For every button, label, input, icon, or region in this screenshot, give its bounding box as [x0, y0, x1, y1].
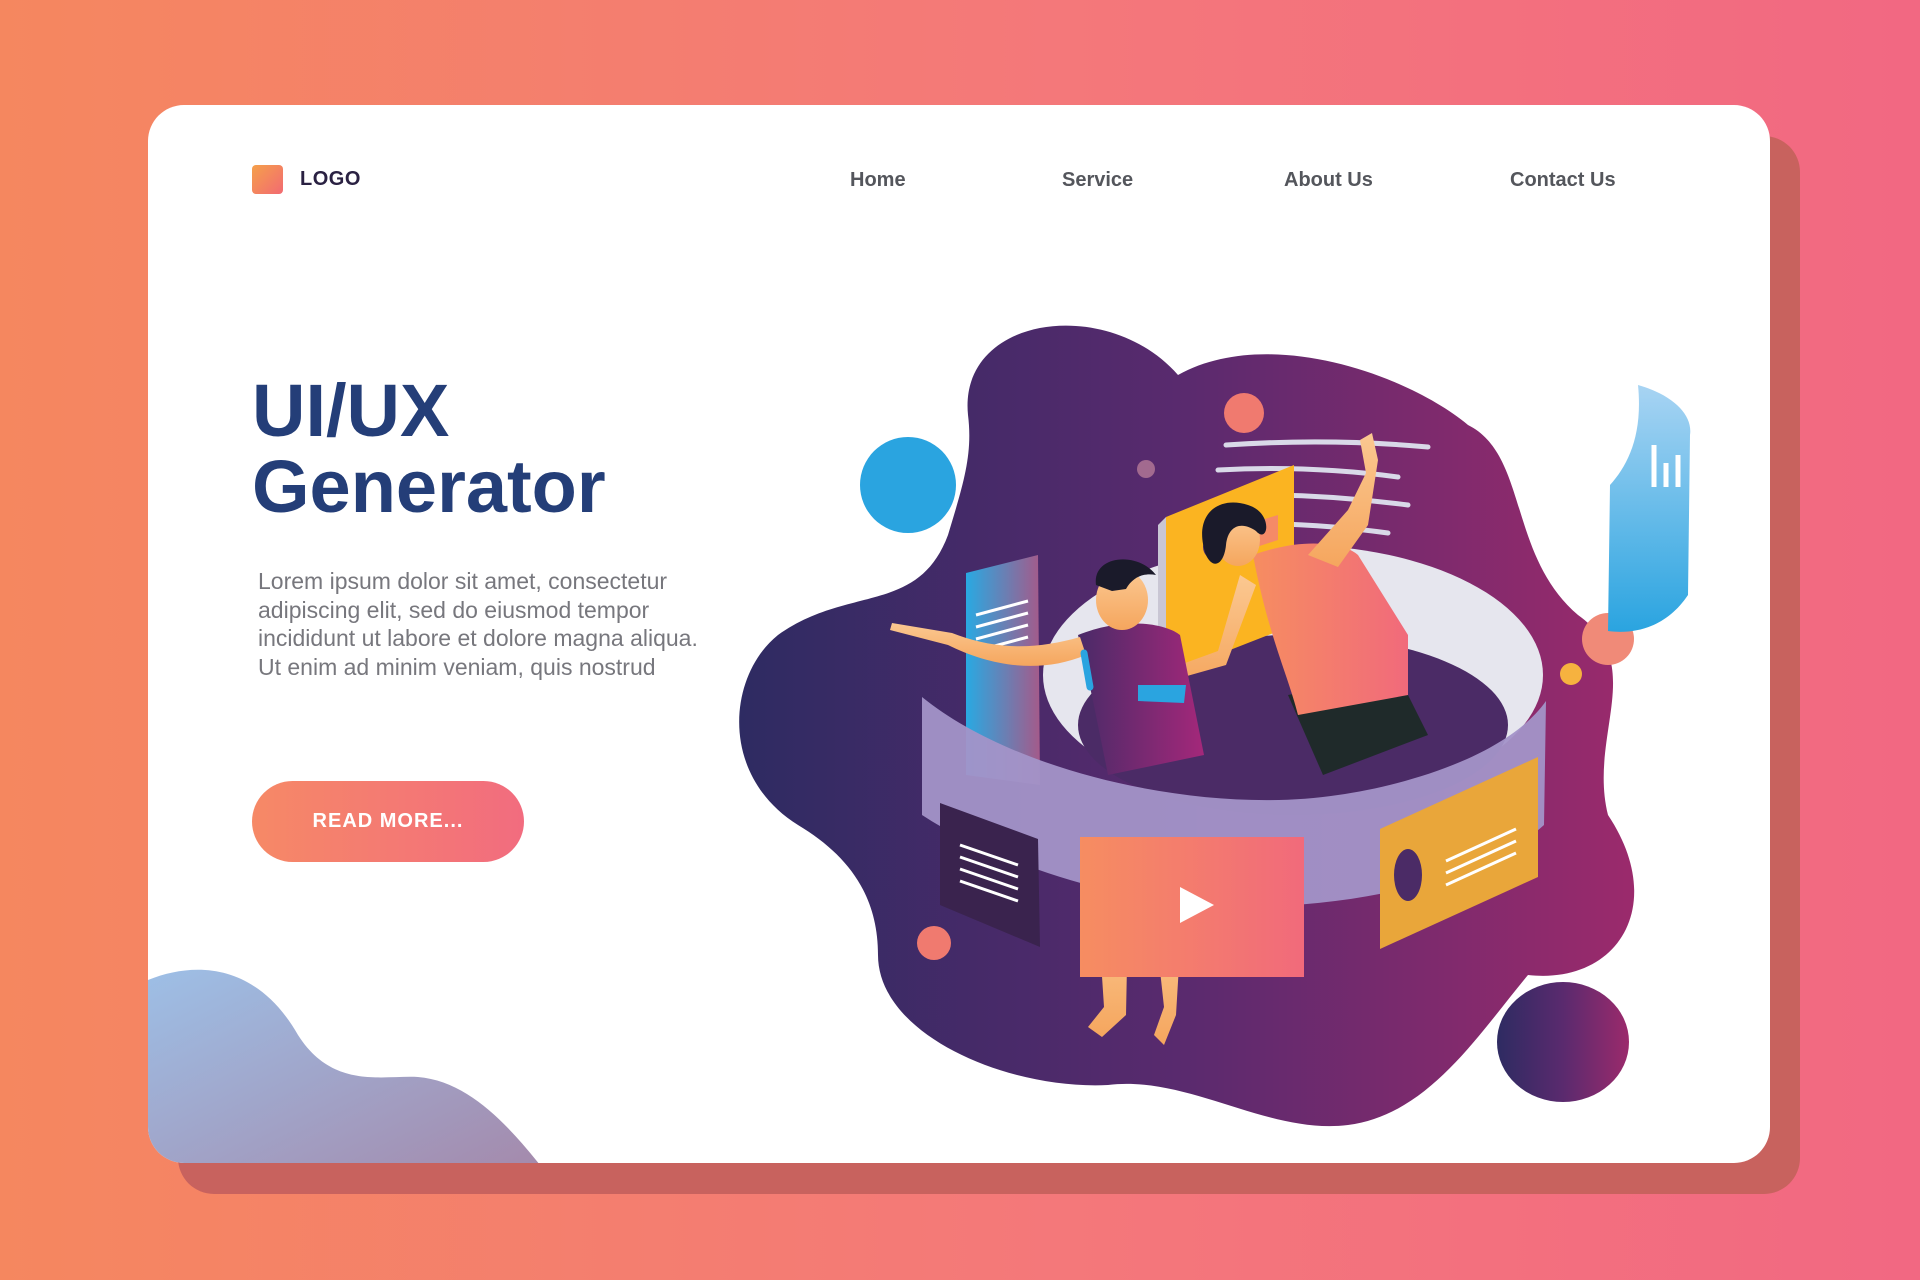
nav-home[interactable]: Home	[850, 165, 906, 195]
decorative-corner-blob	[148, 969, 539, 1163]
floating-circle-orange	[1224, 393, 1264, 433]
read-more-button[interactable]: READ MORE...	[252, 781, 524, 862]
floating-dot-yellow	[1560, 663, 1582, 685]
floating-circle-blue	[860, 437, 956, 533]
hero-description: Lorem ipsum dolor sit amet, consectetur …	[258, 568, 698, 680]
nav-contact-us[interactable]: Contact Us	[1510, 165, 1616, 195]
chart-panel-right	[1608, 385, 1691, 632]
floating-circle-gradient	[1497, 982, 1629, 1102]
hero-title-line-2: Generator	[252, 445, 606, 528]
logo-mark-icon[interactable]	[252, 165, 283, 194]
nav-service[interactable]: Service	[1062, 165, 1133, 195]
hero-title: UI/UX Generator	[252, 373, 772, 525]
floating-circle-small	[917, 926, 951, 960]
landing-card: LOGO Home Service About Us Contact Us UI…	[148, 105, 1770, 1163]
hero-illustration	[739, 325, 1691, 1127]
hero-title-line-1: UI/UX	[252, 369, 450, 452]
floating-dot-small	[1137, 460, 1155, 478]
logo-text[interactable]: LOGO	[300, 165, 361, 194]
nav-about-us[interactable]: About Us	[1284, 165, 1373, 195]
video-panel	[1080, 837, 1304, 977]
